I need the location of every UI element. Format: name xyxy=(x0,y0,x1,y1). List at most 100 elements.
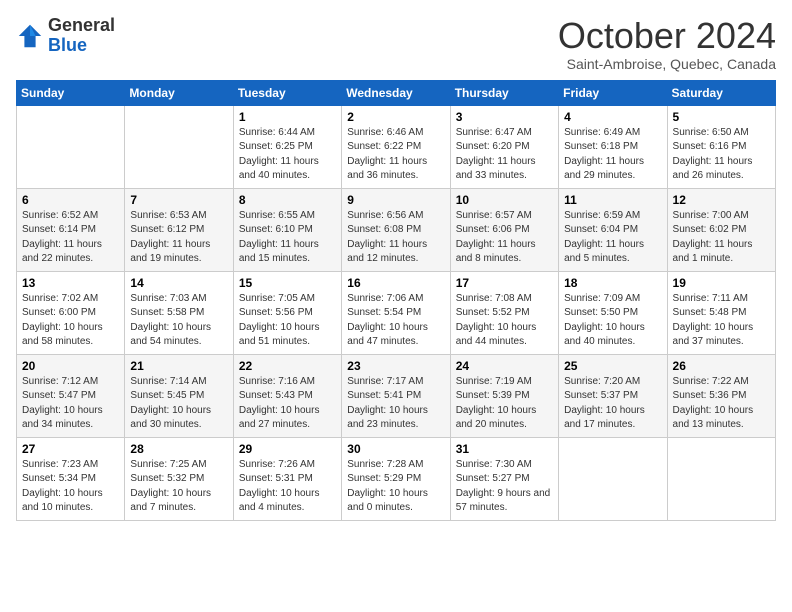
day-number: 17 xyxy=(456,276,553,290)
day-number: 24 xyxy=(456,359,553,373)
calendar-day-cell: 13 Sunrise: 7:02 AMSunset: 6:00 PMDayligh… xyxy=(17,271,125,354)
day-number: 14 xyxy=(130,276,227,290)
day-info: Sunrise: 7:14 AMSunset: 5:45 PMDaylight:… xyxy=(130,375,227,433)
calendar-day-cell: 9 Sunrise: 6:56 AMSunset: 6:08 PMDaylight… xyxy=(342,188,450,271)
calendar-day-cell: 10Sunrise: 6:57 AMSunset: 6:06 PMDayligh… xyxy=(450,188,558,271)
calendar-subtitle: Saint-Ambroise, Quebec, Canada xyxy=(558,56,776,72)
day-info: Sunrise: 7:30 AMSunset: 5:27 PMDaylight:… xyxy=(456,458,553,516)
page-header: General Blue October 2024 Saint-Ambroise… xyxy=(16,16,776,72)
logo-icon xyxy=(16,22,44,50)
calendar-title: October 2024 xyxy=(558,16,776,56)
day-info: Sunrise: 7:23 AMSunset: 5:34 PMDaylight:… xyxy=(22,458,119,516)
calendar-header-cell: Sunday xyxy=(17,80,125,105)
day-number: 25 xyxy=(564,359,661,373)
calendar-day-cell: 19 Sunrise: 7:11 AMSunset: 5:48 PMDayligh… xyxy=(667,271,775,354)
day-info: Sunrise: 7:06 AMSunset: 5:54 PMDaylight:… xyxy=(347,292,444,350)
day-number: 1 xyxy=(239,110,336,124)
day-number: 28 xyxy=(130,442,227,456)
day-number: 5 xyxy=(673,110,770,124)
calendar-day-cell xyxy=(667,437,775,520)
calendar-header-cell: Monday xyxy=(125,80,233,105)
day-number: 20 xyxy=(22,359,119,373)
day-number: 29 xyxy=(239,442,336,456)
day-number: 3 xyxy=(456,110,553,124)
day-number: 11 xyxy=(564,193,661,207)
calendar-day-cell: 14 Sunrise: 7:03 AMSunset: 5:58 PMDayligh… xyxy=(125,271,233,354)
calendar-day-cell: 20 Sunrise: 7:12 AMSunset: 5:47 PMDayligh… xyxy=(17,354,125,437)
day-info: Sunrise: 6:53 AMSunset: 6:12 PMDaylight:… xyxy=(130,209,227,267)
calendar-day-cell xyxy=(559,437,667,520)
calendar-day-cell: 7Sunrise: 6:53 AMSunset: 6:12 PMDaylight… xyxy=(125,188,233,271)
day-info: Sunrise: 6:50 AMSunset: 6:16 PMDaylight:… xyxy=(673,126,770,184)
calendar-header-cell: Thursday xyxy=(450,80,558,105)
calendar-header-cell: Wednesday xyxy=(342,80,450,105)
day-info: Sunrise: 7:22 AMSunset: 5:36 PMDaylight:… xyxy=(673,375,770,433)
day-info: Sunrise: 7:05 AMSunset: 5:56 PMDaylight:… xyxy=(239,292,336,350)
day-info: Sunrise: 6:57 AMSunset: 6:06 PMDaylight:… xyxy=(456,209,553,267)
day-info: Sunrise: 6:49 AMSunset: 6:18 PMDaylight:… xyxy=(564,126,661,184)
calendar-day-cell: 22 Sunrise: 7:16 AMSunset: 5:43 PMDayligh… xyxy=(233,354,341,437)
day-number: 31 xyxy=(456,442,553,456)
day-info: Sunrise: 7:08 AMSunset: 5:52 PMDaylight:… xyxy=(456,292,553,350)
calendar-week-row: 1Sunrise: 6:44 AMSunset: 6:25 PMDaylight… xyxy=(17,105,776,188)
calendar-week-row: 6Sunrise: 6:52 AMSunset: 6:14 PMDaylight… xyxy=(17,188,776,271)
calendar-week-row: 13 Sunrise: 7:02 AMSunset: 6:00 PMDayligh… xyxy=(17,271,776,354)
day-info: Sunrise: 6:52 AMSunset: 6:14 PMDaylight:… xyxy=(22,209,119,267)
calendar-header-cell: Friday xyxy=(559,80,667,105)
day-number: 4 xyxy=(564,110,661,124)
day-info: Sunrise: 7:11 AMSunset: 5:48 PMDaylight:… xyxy=(673,292,770,350)
calendar-header-cell: Saturday xyxy=(667,80,775,105)
calendar-day-cell: 4 Sunrise: 6:49 AMSunset: 6:18 PMDaylight… xyxy=(559,105,667,188)
calendar-day-cell: 12Sunrise: 7:00 AMSunset: 6:02 PMDayligh… xyxy=(667,188,775,271)
day-info: Sunrise: 7:02 AMSunset: 6:00 PMDaylight:… xyxy=(22,292,119,350)
logo-general: General xyxy=(48,16,115,36)
day-number: 16 xyxy=(347,276,444,290)
day-info: Sunrise: 7:25 AMSunset: 5:32 PMDaylight:… xyxy=(130,458,227,516)
day-info: Sunrise: 7:16 AMSunset: 5:43 PMDaylight:… xyxy=(239,375,336,433)
day-number: 22 xyxy=(239,359,336,373)
calendar-day-cell: 3 Sunrise: 6:47 AMSunset: 6:20 PMDaylight… xyxy=(450,105,558,188)
day-info: Sunrise: 7:26 AMSunset: 5:31 PMDaylight:… xyxy=(239,458,336,516)
day-info: Sunrise: 6:56 AMSunset: 6:08 PMDaylight:… xyxy=(347,209,444,267)
logo: General Blue xyxy=(16,16,115,56)
calendar-day-cell: 31 Sunrise: 7:30 AMSunset: 5:27 PMDayligh… xyxy=(450,437,558,520)
calendar-day-cell: 25 Sunrise: 7:20 AMSunset: 5:37 PMDayligh… xyxy=(559,354,667,437)
day-info: Sunrise: 7:28 AMSunset: 5:29 PMDaylight:… xyxy=(347,458,444,516)
logo-blue: Blue xyxy=(48,36,115,56)
calendar-day-cell: 29 Sunrise: 7:26 AMSunset: 5:31 PMDayligh… xyxy=(233,437,341,520)
calendar-header-row: SundayMondayTuesdayWednesdayThursdayFrid… xyxy=(17,80,776,105)
day-info: Sunrise: 6:47 AMSunset: 6:20 PMDaylight:… xyxy=(456,126,553,184)
day-info: Sunrise: 7:09 AMSunset: 5:50 PMDaylight:… xyxy=(564,292,661,350)
calendar-day-cell: 21 Sunrise: 7:14 AMSunset: 5:45 PMDayligh… xyxy=(125,354,233,437)
calendar-week-row: 20 Sunrise: 7:12 AMSunset: 5:47 PMDayligh… xyxy=(17,354,776,437)
day-number: 18 xyxy=(564,276,661,290)
calendar-day-cell: 17 Sunrise: 7:08 AMSunset: 5:52 PMDayligh… xyxy=(450,271,558,354)
day-info: Sunrise: 7:12 AMSunset: 5:47 PMDaylight:… xyxy=(22,375,119,433)
calendar-day-cell: 15 Sunrise: 7:05 AMSunset: 5:56 PMDayligh… xyxy=(233,271,341,354)
calendar-day-cell: 24 Sunrise: 7:19 AMSunset: 5:39 PMDayligh… xyxy=(450,354,558,437)
day-number: 13 xyxy=(22,276,119,290)
calendar-day-cell: 26Sunrise: 7:22 AMSunset: 5:36 PMDayligh… xyxy=(667,354,775,437)
calendar-header-cell: Tuesday xyxy=(233,80,341,105)
day-number: 8 xyxy=(239,193,336,207)
day-number: 9 xyxy=(347,193,444,207)
day-number: 27 xyxy=(22,442,119,456)
calendar-day-cell xyxy=(125,105,233,188)
calendar-day-cell: 30 Sunrise: 7:28 AMSunset: 5:29 PMDayligh… xyxy=(342,437,450,520)
calendar-day-cell: 23Sunrise: 7:17 AMSunset: 5:41 PMDayligh… xyxy=(342,354,450,437)
day-number: 15 xyxy=(239,276,336,290)
day-number: 19 xyxy=(673,276,770,290)
title-block: October 2024 Saint-Ambroise, Quebec, Can… xyxy=(558,16,776,72)
day-info: Sunrise: 6:46 AMSunset: 6:22 PMDaylight:… xyxy=(347,126,444,184)
day-info: Sunrise: 7:20 AMSunset: 5:37 PMDaylight:… xyxy=(564,375,661,433)
day-info: Sunrise: 7:03 AMSunset: 5:58 PMDaylight:… xyxy=(130,292,227,350)
day-number: 2 xyxy=(347,110,444,124)
calendar-day-cell: 6Sunrise: 6:52 AMSunset: 6:14 PMDaylight… xyxy=(17,188,125,271)
day-number: 21 xyxy=(130,359,227,373)
calendar-day-cell: 18 Sunrise: 7:09 AMSunset: 5:50 PMDayligh… xyxy=(559,271,667,354)
day-number: 30 xyxy=(347,442,444,456)
day-info: Sunrise: 7:19 AMSunset: 5:39 PMDaylight:… xyxy=(456,375,553,433)
day-info: Sunrise: 6:55 AMSunset: 6:10 PMDaylight:… xyxy=(239,209,336,267)
calendar-day-cell: 27 Sunrise: 7:23 AMSunset: 5:34 PMDayligh… xyxy=(17,437,125,520)
calendar-week-row: 27 Sunrise: 7:23 AMSunset: 5:34 PMDayligh… xyxy=(17,437,776,520)
